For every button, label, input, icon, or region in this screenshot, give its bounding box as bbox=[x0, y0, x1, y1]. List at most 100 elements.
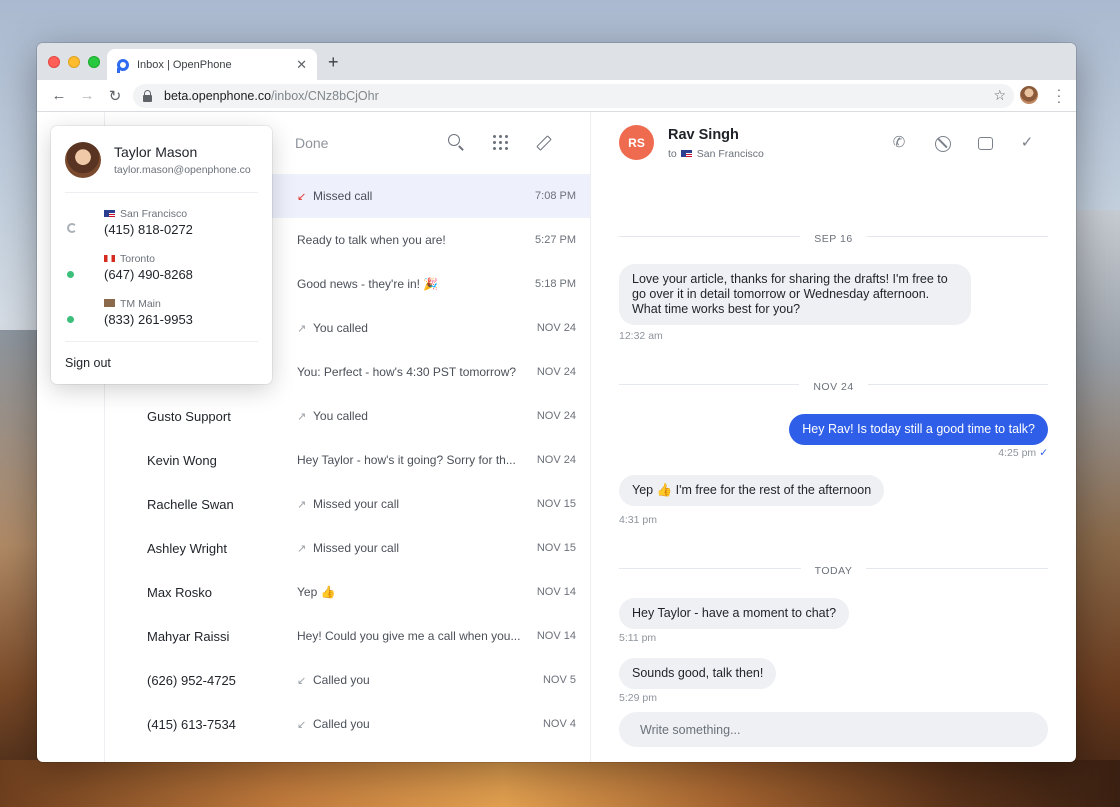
message-composer-input[interactable] bbox=[619, 712, 1048, 747]
conversation-row[interactable]: Gusto Support ↗ You called NOV 24 bbox=[105, 394, 590, 438]
address-bar[interactable]: beta.openphone.co/inbox/CNz8bCjOhr ☆ bbox=[133, 84, 1014, 108]
conversation-name: (415) 613-7534 bbox=[147, 716, 236, 732]
conversation-preview: ↗ You called bbox=[297, 321, 523, 335]
line-location: Toronto bbox=[104, 253, 155, 265]
desktop-wallpaper-bottom bbox=[0, 760, 1120, 807]
conversation-preview: Ready to talk when you are! bbox=[297, 233, 523, 247]
to-label: to bbox=[668, 148, 677, 160]
conversation-time: NOV 24 bbox=[536, 366, 576, 378]
block-icon[interactable] bbox=[932, 133, 952, 153]
incoming-call-icon: ↙ bbox=[297, 675, 307, 687]
phone-line-item[interactable]: Toronto (647) 490-8268 bbox=[65, 253, 258, 289]
compose-icon[interactable] bbox=[533, 132, 553, 152]
delivered-check-icon: ✓ bbox=[1039, 447, 1048, 459]
contact-avatar[interactable]: RS bbox=[619, 125, 654, 160]
conversation-row[interactable]: (415) 613-7534 ↙ Called you NOV 4 bbox=[105, 702, 590, 746]
outgoing-message: Hey Rav! Is today still a good time to t… bbox=[789, 414, 1048, 445]
line-location-text: Toronto bbox=[120, 253, 156, 265]
conversation-row[interactable]: Rachelle Swan ↗ Missed your call NOV 15 bbox=[105, 482, 590, 526]
day-separator: SEP 16 bbox=[619, 229, 1048, 245]
back-arrow-icon[interactable]: ← bbox=[45, 87, 73, 104]
conversation-time: 5:18 PM bbox=[535, 278, 576, 290]
conversation-preview: ↙ Called you bbox=[297, 673, 523, 687]
conversation-row[interactable]: Kevin Wong Hey Taylor - how's it going? S… bbox=[105, 438, 590, 482]
day-separator-label: NOV 24 bbox=[799, 381, 868, 393]
us-flag-icon bbox=[680, 150, 692, 157]
incoming-message: Sounds good, talk then! bbox=[619, 658, 777, 689]
chat-panel: RS Rav Singh to San Francisco ✆ ✓ SEP 16 … bbox=[591, 112, 1076, 762]
conversation-time: NOV 4 bbox=[542, 718, 576, 730]
tab-title: Inbox | OpenPhone bbox=[137, 58, 232, 71]
message-time: 5:11 pm bbox=[619, 632, 657, 644]
missed-call-icon: ↙ bbox=[297, 191, 307, 203]
conversation-time: NOV 5 bbox=[542, 674, 576, 686]
conversation-preview: Yep 👍 bbox=[297, 585, 523, 599]
conversation-preview: Good news - they're in! 🎉 bbox=[297, 277, 523, 291]
day-separator: NOV 24 bbox=[619, 377, 1048, 393]
conversation-name: Kevin Wong bbox=[147, 452, 217, 468]
browser-tab[interactable]: Inbox | OpenPhone ✕ bbox=[107, 49, 317, 80]
us-flag-icon bbox=[104, 210, 115, 217]
reassign-icon[interactable] bbox=[975, 133, 995, 153]
conversation-time: NOV 24 bbox=[536, 454, 576, 466]
browser-menu-icon[interactable]: · · · bbox=[1056, 82, 1062, 108]
url-path: /inbox/CNz8bCjOhr bbox=[271, 89, 379, 103]
outgoing-call-icon: ↗ bbox=[297, 411, 307, 423]
conversation-preview-text: Missed your call bbox=[313, 497, 400, 511]
conversation-row[interactable]: Max Rosko Yep 👍 NOV 14 bbox=[105, 570, 590, 614]
conversation-time: NOV 15 bbox=[536, 498, 576, 510]
tab-close-icon[interactable]: ✕ bbox=[296, 57, 307, 73]
conversation-name: Gusto Support bbox=[147, 408, 231, 424]
line-location-text: TM Main bbox=[120, 298, 161, 310]
close-window-button[interactable] bbox=[48, 56, 60, 68]
conversation-preview-text: Good news - they're in! 🎉 bbox=[297, 277, 439, 291]
message-time: 4:31 pm bbox=[619, 514, 657, 526]
conversation-time: 5:27 PM bbox=[535, 234, 576, 246]
done-filter-tab[interactable]: Done bbox=[295, 135, 328, 151]
phone-line-item[interactable]: TM Main (833) 261-9953 bbox=[65, 298, 258, 334]
new-tab-button[interactable]: + bbox=[328, 52, 339, 73]
reload-icon[interactable]: ↻ bbox=[101, 87, 129, 105]
mark-done-check-icon[interactable]: ✓ bbox=[1017, 133, 1037, 153]
phone-icon[interactable]: ✆ bbox=[889, 133, 909, 153]
search-icon[interactable] bbox=[446, 132, 466, 152]
maximize-window-button[interactable] bbox=[88, 56, 100, 68]
conversation-row[interactable]: Ashley Wright ↗ Missed your call NOV 15 bbox=[105, 526, 590, 570]
message-time-value: 4:25 pm bbox=[998, 447, 1037, 459]
conversation-row[interactable]: (626) 952-4725 ↙ Called you NOV 5 bbox=[105, 658, 590, 702]
conversation-preview-text: You called bbox=[313, 321, 368, 335]
conversation-row[interactable]: Mahyar Raissi Hey! Could you give me a ca… bbox=[105, 614, 590, 658]
phone-line-item[interactable]: San Francisco (415) 818-0272 bbox=[65, 208, 258, 244]
conversation-time: NOV 14 bbox=[536, 630, 576, 642]
dialpad-icon[interactable] bbox=[490, 132, 510, 152]
to-location: San Francisco bbox=[696, 148, 764, 160]
url-host: beta.openphone.co bbox=[164, 89, 272, 103]
browser-toolbar: ← → ↻ beta.openphone.co/inbox/CNz8bCjOhr… bbox=[37, 80, 1076, 112]
user-name: Taylor Mason bbox=[114, 144, 198, 160]
conversation-preview: ↙ Called you bbox=[297, 717, 523, 731]
profile-avatar[interactable] bbox=[1020, 86, 1038, 104]
conversation-preview-text: Missed call bbox=[313, 189, 373, 203]
minimize-window-button[interactable] bbox=[68, 56, 80, 68]
conversation-time: 7:08 PM bbox=[535, 190, 576, 202]
openphone-favicon-icon bbox=[117, 58, 129, 73]
user-avatar bbox=[65, 142, 101, 178]
conversation-preview: ↗ Missed your call bbox=[297, 541, 523, 555]
online-status-icon bbox=[67, 316, 74, 323]
conversation-preview-text: You: Perfect - how's 4:30 PST tomorrow? bbox=[297, 365, 517, 379]
sign-out-button[interactable]: Sign out bbox=[65, 356, 111, 370]
outgoing-call-icon: ↗ bbox=[297, 543, 307, 555]
line-number: (833) 261-9953 bbox=[104, 312, 193, 327]
conversation-time: NOV 14 bbox=[536, 586, 576, 598]
message-time: 5:29 pm bbox=[619, 692, 657, 704]
online-status-icon bbox=[67, 271, 74, 278]
forward-arrow-icon[interactable]: → bbox=[73, 87, 101, 104]
line-number: (415) 818-0272 bbox=[104, 222, 193, 237]
conversation-time: NOV 24 bbox=[536, 322, 576, 334]
conversation-name: Rachelle Swan bbox=[147, 496, 234, 512]
line-location: San Francisco bbox=[104, 208, 187, 220]
line-number: (647) 490-8268 bbox=[104, 267, 193, 282]
bookmark-star-icon[interactable]: ☆ bbox=[993, 87, 1006, 104]
conversation-name: Ashley Wright bbox=[147, 540, 227, 556]
contact-name[interactable]: Rav Singh bbox=[668, 127, 739, 143]
